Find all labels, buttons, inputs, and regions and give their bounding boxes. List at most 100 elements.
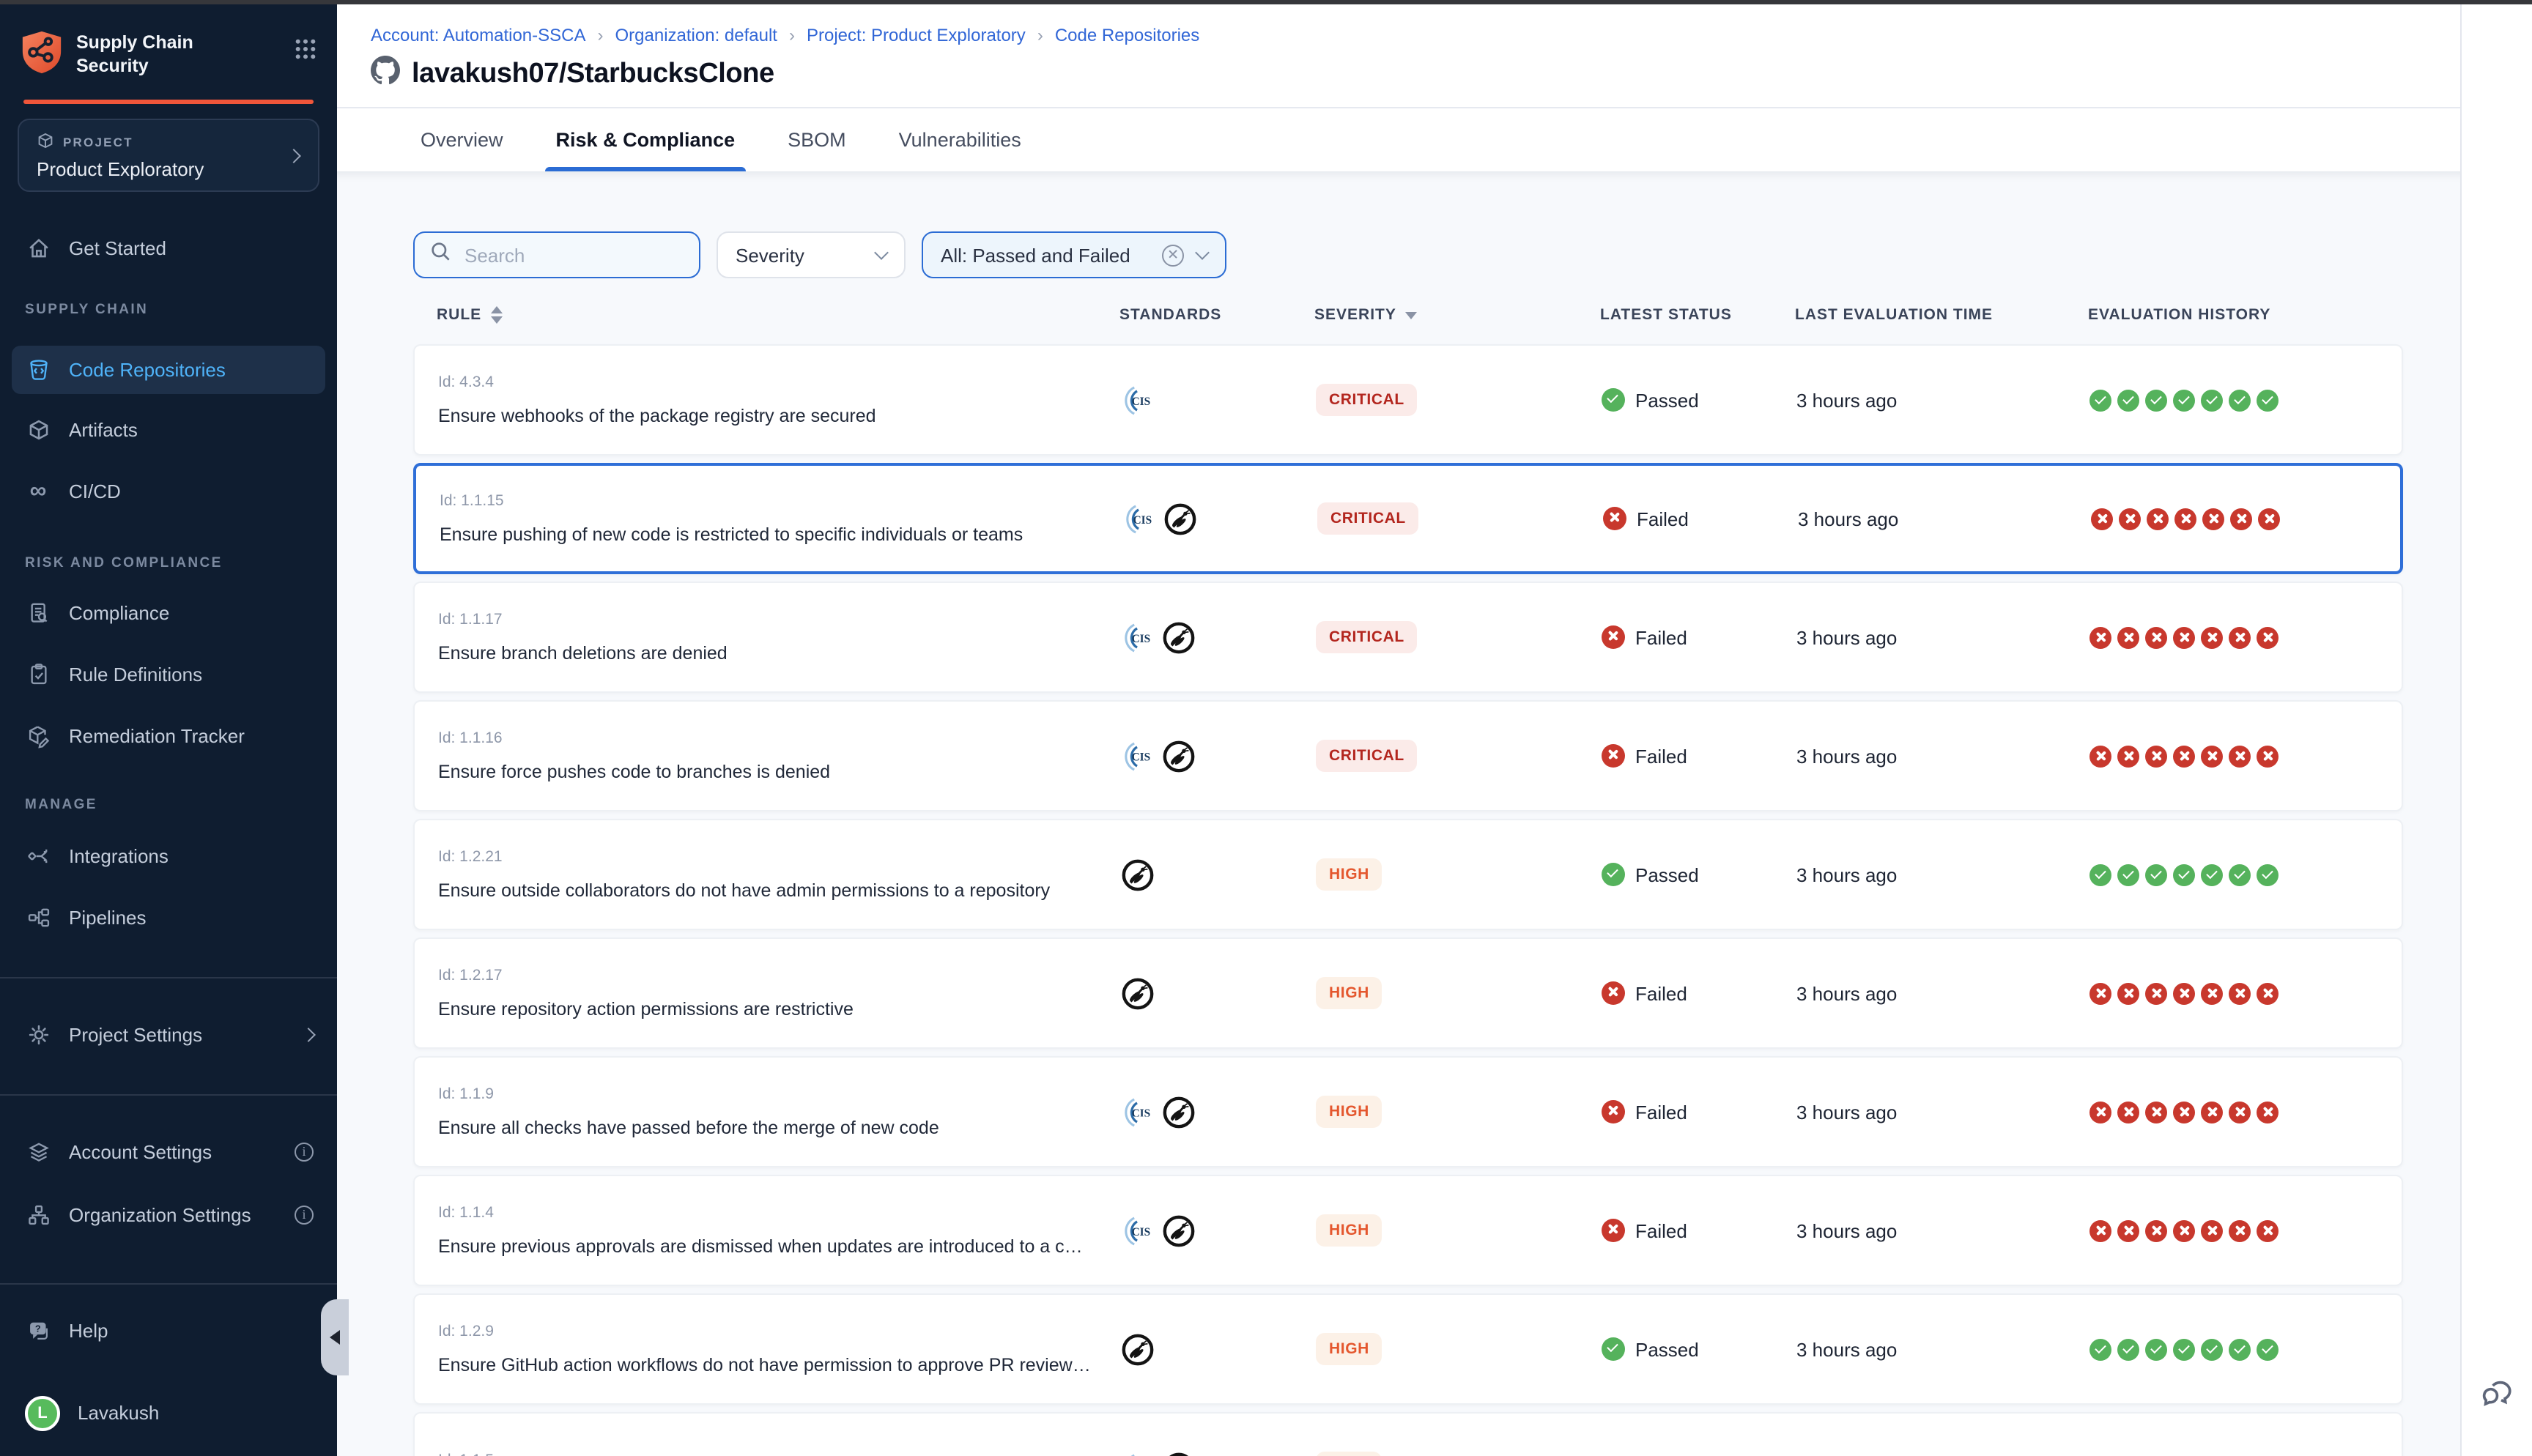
- sidebar-collapse-handle[interactable]: [321, 1299, 349, 1375]
- table-row[interactable]: Id: 1.2.21 Ensure outside collaborators …: [413, 819, 2403, 930]
- history-fail-icon: [2201, 982, 2223, 1004]
- project-name: Product Exploratory: [37, 157, 300, 179]
- sidebar-item-label: CI/CD: [69, 480, 121, 502]
- sidebar-item-label: Compliance: [69, 602, 169, 624]
- tab-risk-compliance[interactable]: Risk & Compliance: [556, 108, 736, 171]
- sidebar-item-user[interactable]: L Lavakush: [0, 1392, 337, 1433]
- sidebar-item-label: Integrations: [69, 845, 169, 867]
- sort-icon[interactable]: [490, 306, 502, 324]
- last-evaluation-time: 3 hours ago: [1789, 863, 2082, 885]
- tab-vulnerabilities[interactable]: Vulnerabilities: [899, 108, 1021, 171]
- info-icon[interactable]: [295, 1143, 314, 1162]
- history-fail-icon: [2117, 626, 2139, 648]
- apps-grid-icon[interactable]: [295, 38, 316, 67]
- right-rail: [2460, 4, 2532, 1456]
- status-failed-icon: [1602, 744, 1625, 768]
- sidebar-item-cicd[interactable]: ∞ CI/CD: [0, 471, 337, 512]
- sidebar-divider: [0, 976, 337, 978]
- sidebar-item-help[interactable]: ? Help: [0, 1310, 337, 1351]
- brand-accent-rule: [23, 100, 314, 103]
- breadcrumb-separator: ›: [586, 25, 615, 45]
- sidebar-item-code-repositories[interactable]: Code Repositories: [12, 345, 325, 393]
- standards-cell: CIS: [1121, 739, 1316, 773]
- rule-name: Ensure branch deletions are denied: [438, 643, 1092, 664]
- chat-bubbles-icon[interactable]: [2478, 1373, 2516, 1418]
- column-header-severity[interactable]: SEVERITY: [1314, 306, 1590, 324]
- table-row[interactable]: Id: 1.2.9 Ensure GitHub action workflows…: [413, 1293, 2403, 1405]
- table-row[interactable]: Id: 1.1.15 Ensure pushing of new code is…: [413, 463, 2403, 574]
- sidebar-item-compliance[interactable]: Compliance: [0, 593, 337, 634]
- column-header-standards: STANDARDS: [1119, 306, 1314, 324]
- status-label: Passed: [1635, 389, 1699, 411]
- last-evaluation-time: 3 hours ago: [1791, 508, 2084, 530]
- table-row[interactable]: Id: 1.1.17 Ensure branch deletions are d…: [413, 582, 2403, 693]
- clipboard-check-icon: [25, 662, 51, 687]
- project-cube-icon: [37, 131, 54, 152]
- owasp-standard-icon: [1162, 1214, 1196, 1247]
- infinity-icon: ∞: [25, 481, 51, 502]
- history-fail-icon: [2173, 745, 2195, 767]
- rule-id: Id: 4.3.4: [438, 374, 1092, 391]
- rule-name: Ensure outside collaborators do not have…: [438, 880, 1092, 901]
- project-selector[interactable]: PROJECT Product Exploratory: [18, 118, 319, 191]
- rule-name: Ensure force pushes code to branches is …: [438, 762, 1092, 782]
- sidebar-item-pipelines[interactable]: Pipelines: [0, 897, 337, 938]
- history-pass-icon: [2089, 1338, 2111, 1360]
- sidebar-item-artifacts[interactable]: Artifacts: [0, 409, 337, 450]
- latest-status-cell: Passed: [1591, 863, 1789, 886]
- table-row[interactable]: Id: 4.3.4 Ensure webhooks of the package…: [413, 344, 2403, 456]
- clear-filter-icon[interactable]: [1162, 244, 1184, 266]
- breadcrumb-separator: ›: [777, 25, 807, 45]
- history-fail-icon: [2117, 982, 2139, 1004]
- help-chat-icon: ?: [25, 1318, 51, 1343]
- history-fail-icon: [2147, 508, 2169, 530]
- table-row[interactable]: Id: 1.1.9 Ensure all checks have passed …: [413, 1056, 2403, 1167]
- tab-overview[interactable]: Overview: [421, 108, 503, 171]
- severity-filter-select[interactable]: Severity: [717, 231, 906, 278]
- evaluation-history: [2082, 982, 2402, 1004]
- sidebar-item-integrations[interactable]: Integrations: [0, 836, 337, 877]
- history-fail-icon: [2145, 626, 2167, 648]
- last-evaluation-time: 3 hours ago: [1789, 982, 2082, 1004]
- rule-id: Id: 1.1.15: [440, 492, 1093, 510]
- table-row[interactable]: Id: 1.2.17 Ensure repository action perm…: [413, 937, 2403, 1049]
- status-failed-icon: [1602, 1219, 1625, 1242]
- search-input[interactable]: [462, 242, 684, 267]
- owasp-standard-icon: [1162, 1095, 1196, 1129]
- tab-sbom[interactable]: SBOM: [788, 108, 846, 171]
- table-row[interactable]: Id: 1.1.5 CIS HIGH Failed 3 hours ago: [413, 1412, 2403, 1456]
- history-fail-icon: [2117, 1101, 2139, 1123]
- status-filter-select[interactable]: All: Passed and Failed: [922, 231, 1226, 278]
- sidebar-item-remediation-tracker[interactable]: Remediation Tracker: [0, 716, 337, 757]
- info-icon[interactable]: [295, 1206, 314, 1225]
- standards-cell: CIS: [1122, 502, 1317, 535]
- breadcrumb-code-repositories-link[interactable]: Code Repositories: [1055, 25, 1199, 45]
- sidebar-item-account-settings[interactable]: Account Settings: [0, 1132, 337, 1173]
- sidebar-item-organization-settings[interactable]: Organization Settings: [0, 1195, 337, 1236]
- breadcrumb-account-link[interactable]: Account: Automation-SSCA: [371, 25, 586, 45]
- history-fail-icon: [2201, 626, 2223, 648]
- breadcrumb: Account: Automation-SSCA› Organization: …: [371, 25, 2460, 45]
- sidebar-item-label: Code Repositories: [69, 358, 226, 380]
- sidebar-item-label: Organization Settings: [69, 1204, 251, 1226]
- search-box[interactable]: [413, 231, 700, 278]
- svg-text:CIS: CIS: [1133, 513, 1152, 526]
- filter-bar: Severity All: Passed and Failed: [413, 231, 2403, 278]
- latest-status-cell: Failed: [1591, 744, 1789, 768]
- severity-badge: HIGH: [1316, 1096, 1382, 1128]
- cis-standard-icon: CIS: [1121, 1451, 1155, 1456]
- sidebar-item-project-settings[interactable]: Project Settings: [0, 1014, 337, 1055]
- status-label: Failed: [1635, 1101, 1687, 1123]
- sidebar-item-rule-definitions[interactable]: Rule Definitions: [0, 654, 337, 695]
- sidebar-item-label: Project Settings: [69, 1024, 202, 1046]
- status-passed-icon: [1602, 1337, 1625, 1361]
- table-row[interactable]: Id: 1.1.4 Ensure previous approvals are …: [413, 1175, 2403, 1286]
- sidebar-item-label: Get Started: [69, 237, 166, 259]
- column-header-rule[interactable]: RULE: [437, 306, 1119, 324]
- breadcrumb-project-link[interactable]: Project: Product Exploratory: [807, 25, 1026, 45]
- status-label: Passed: [1635, 863, 1699, 885]
- breadcrumb-organization-link[interactable]: Organization: default: [615, 25, 778, 45]
- sidebar-item-get-started[interactable]: Get Started: [0, 228, 337, 269]
- last-evaluation-time: 3 hours ago: [1789, 745, 2082, 767]
- table-row[interactable]: Id: 1.1.16 Ensure force pushes code to b…: [413, 700, 2403, 811]
